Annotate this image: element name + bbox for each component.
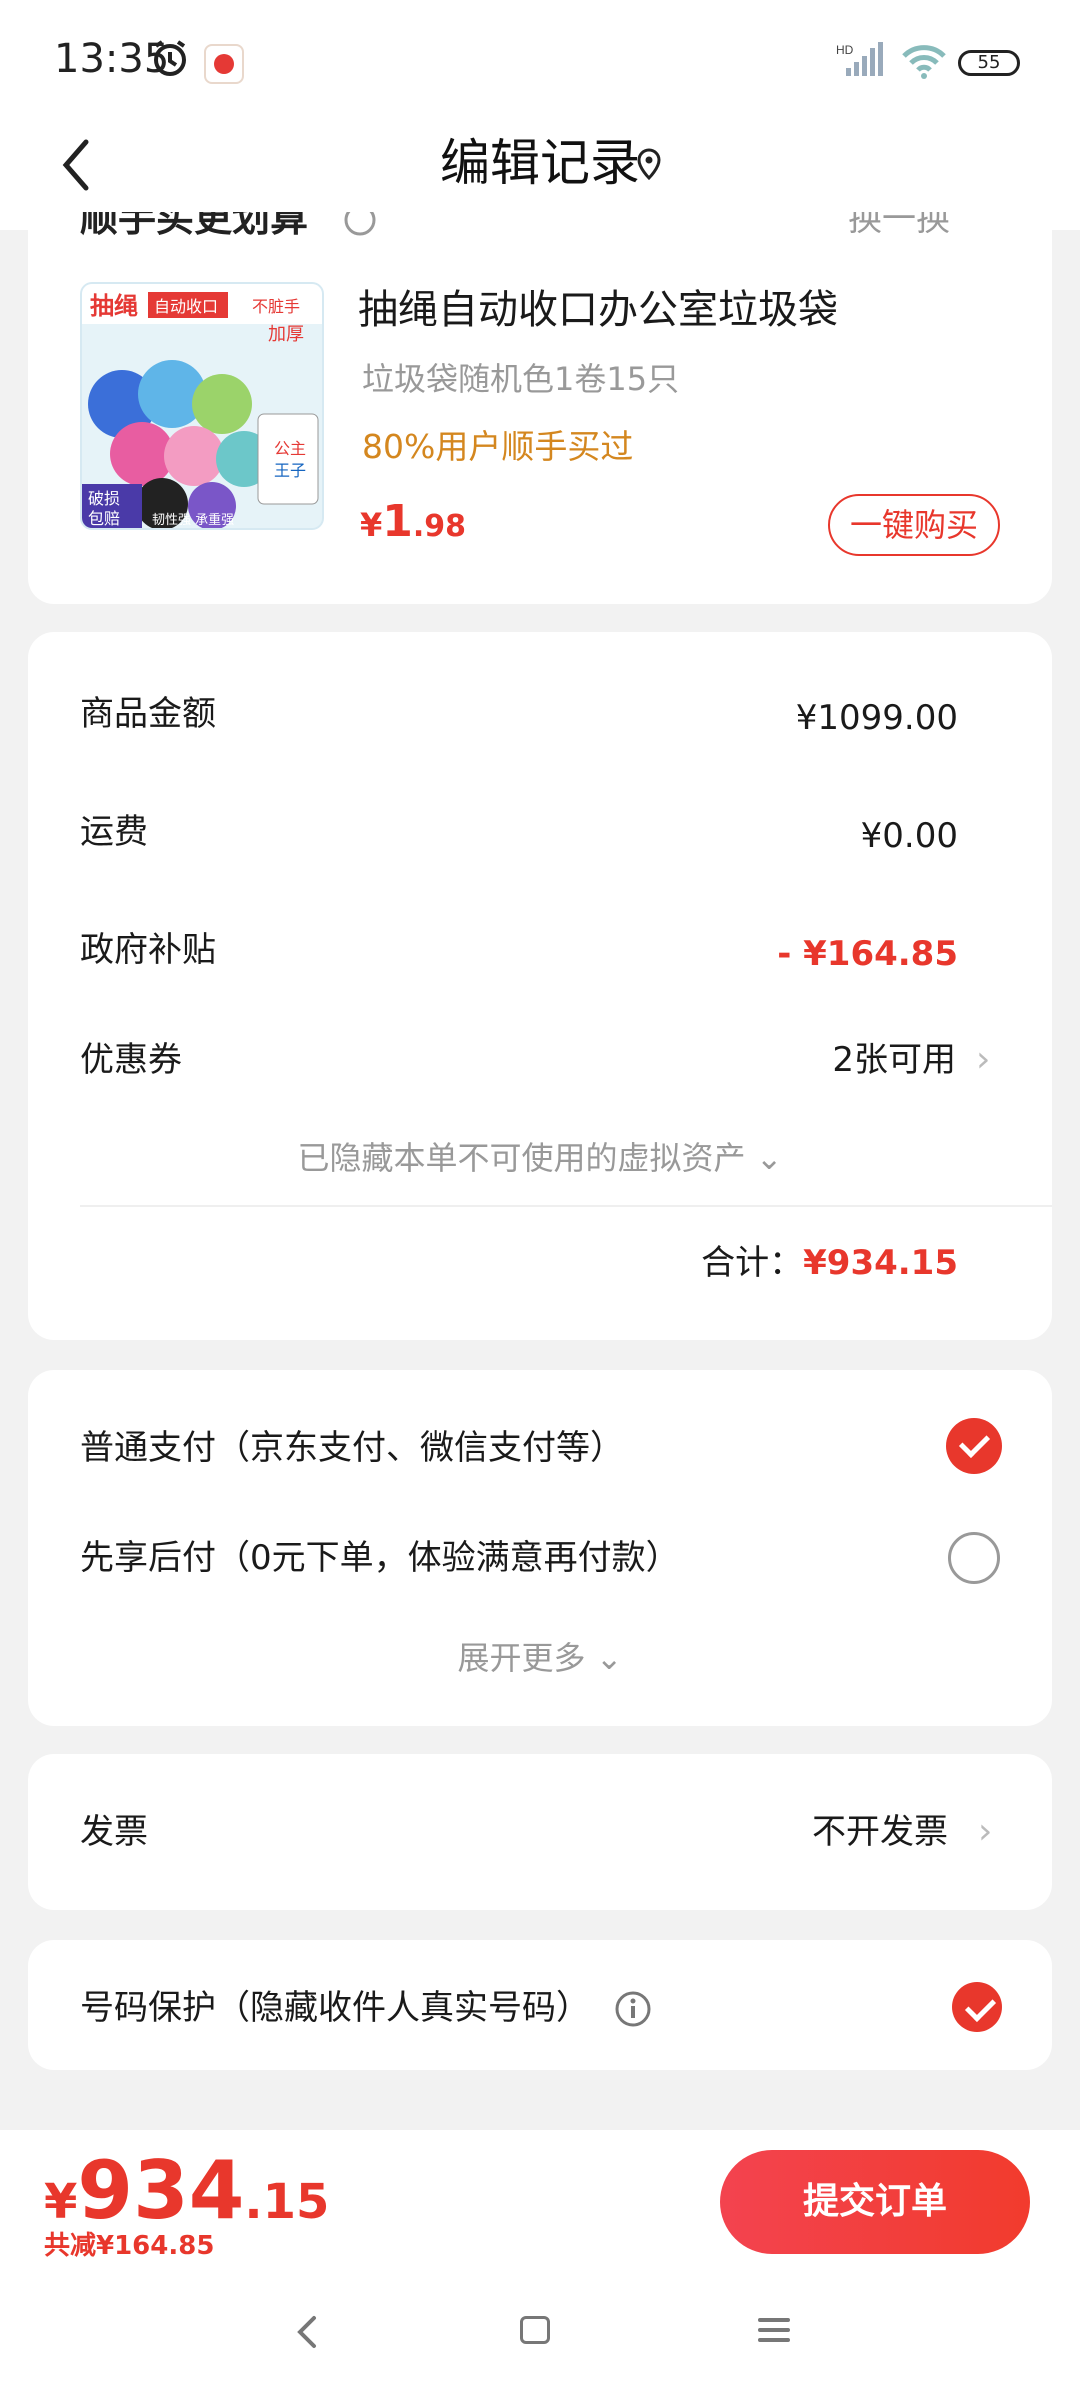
svg-text:加厚: 加厚	[268, 324, 304, 345]
goods-amount-label: 商品金额	[80, 694, 216, 734]
product-price: ¥1.98	[360, 496, 467, 547]
divider	[80, 1205, 1052, 1207]
product-name[interactable]: 抽绳自动收口办公室垃圾袋	[358, 282, 838, 338]
svg-text:公主: 公主	[274, 439, 306, 458]
hidden-assets-toggle[interactable]: 已隐藏本单不可使用的虚拟资产 ⌄	[0, 1134, 1080, 1182]
total-row: 合计：¥934.15	[701, 1243, 958, 1283]
svg-text:自动收口: 自动收口	[154, 297, 218, 316]
total-saved: 共减¥164.85	[44, 2231, 215, 2261]
svg-text:破损: 破损	[88, 489, 120, 508]
alarm-icon	[150, 38, 190, 82]
shipping-value: ¥0.00	[860, 816, 958, 856]
nav-home-icon[interactable]	[520, 2316, 550, 2344]
info-icon[interactable]	[614, 1990, 652, 2032]
chevron-right-icon[interactable]: ›	[976, 1036, 990, 1084]
nav-menu-icon[interactable]	[756, 2314, 792, 2350]
svg-text:HD: HD	[836, 43, 854, 57]
invoice-label[interactable]: 发票	[80, 1808, 148, 1856]
location-pin-icon[interactable]	[634, 148, 664, 184]
chevron-right-icon[interactable]: ›	[978, 1808, 992, 1856]
nav-back-icon[interactable]	[290, 2312, 326, 2356]
invoice-value[interactable]: 不开发票	[812, 1808, 948, 1856]
subsidy-value: - ¥164.85	[777, 934, 958, 974]
shipping-label: 运费	[80, 812, 148, 852]
submit-order-button[interactable]: 提交订单	[720, 2150, 1030, 2254]
signal-hd-icon: HD	[836, 42, 884, 82]
phone-protect-label: 号码保护（隐藏收件人真实号码）	[80, 1988, 590, 2028]
expand-more-button[interactable]: 展开更多 ⌄	[0, 1634, 1080, 1682]
quick-buy-button[interactable]: 一键购买	[828, 494, 1000, 556]
payment-option-paylater[interactable]: 先享后付（0元下单，体验满意再付款）	[80, 1534, 680, 1582]
payment-paylater-radio[interactable]	[948, 1532, 1000, 1584]
goods-amount-value: ¥1099.00	[795, 698, 958, 738]
coupon-label[interactable]: 优惠券	[80, 1036, 182, 1084]
payment-standard-radio-checked[interactable]	[946, 1418, 1002, 1474]
info-icon[interactable]	[344, 204, 376, 240]
svg-text:王子: 王子	[274, 461, 306, 480]
chevron-down-icon: ⌄	[585, 1639, 623, 1677]
svg-text:抽绳: 抽绳	[90, 292, 138, 320]
battery-indicator: 55	[958, 50, 1020, 76]
svg-text:包赔: 包赔	[88, 509, 120, 528]
svg-text:不脏手: 不脏手	[252, 297, 300, 316]
svg-text:韧性强 承重强: 韧性强 承重强	[152, 512, 234, 528]
coupon-value[interactable]: 2张可用	[832, 1036, 956, 1084]
payment-option-standard[interactable]: 普通支付（京东支付、微信支付等）	[80, 1424, 624, 1472]
upsell-section-title: 顺手买更划算	[80, 212, 309, 240]
wifi-icon	[900, 44, 948, 84]
phone-protect-toggle-checked[interactable]	[952, 1982, 1002, 2032]
product-spec: 垃圾袋随机色1卷15只	[362, 360, 680, 398]
product-tag: 80%用户顺手买过	[362, 427, 634, 466]
page-title: 编辑记录	[440, 134, 640, 192]
app-notification-icon	[204, 44, 244, 84]
chevron-down-icon: ⌄	[745, 1139, 783, 1177]
subsidy-label: 政府补贴	[80, 930, 216, 970]
product-image[interactable]: 抽绳 自动收口 不脏手 加厚 公主 王子 破损 包赔 韧性强 承重强	[80, 282, 324, 530]
swap-button[interactable]: 换一换	[848, 212, 950, 242]
